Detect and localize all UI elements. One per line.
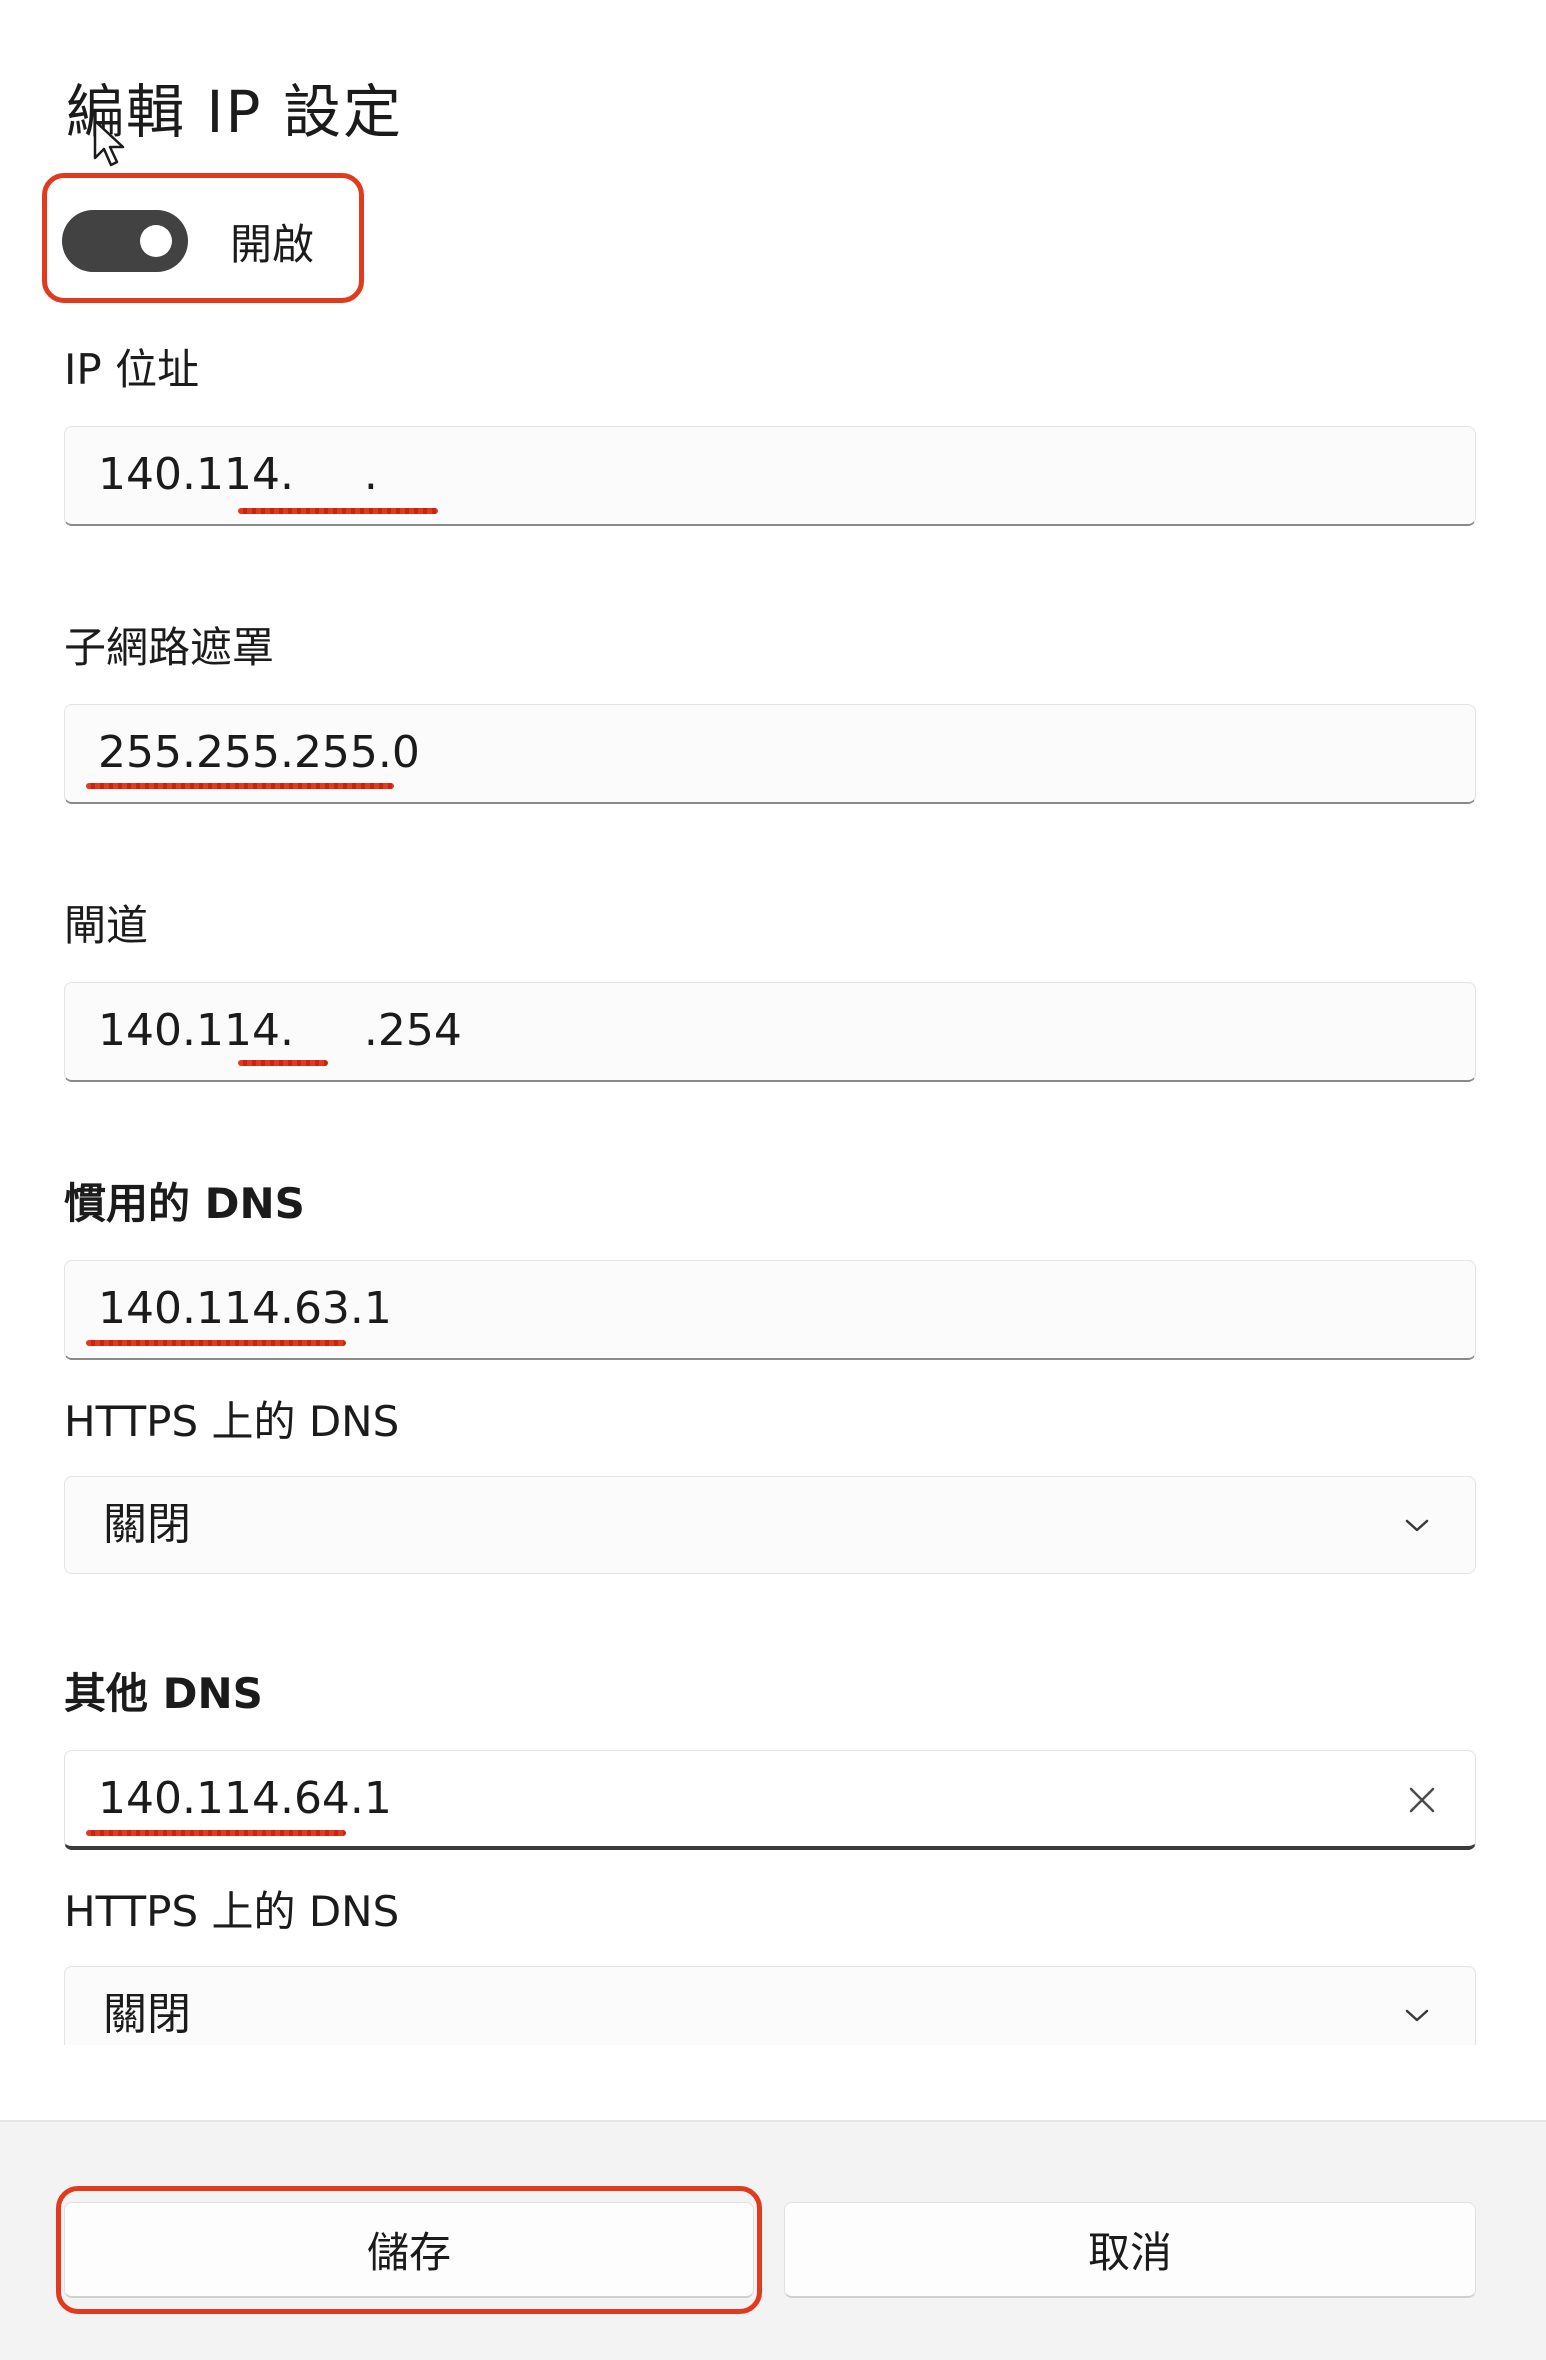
ip-address-underline-annotation <box>238 508 438 514</box>
preferred-dns-https-select[interactable]: 關閉 <box>64 1476 1476 1574</box>
alternate-dns-underline-annotation <box>86 1830 346 1836</box>
mouse-pointer-icon <box>93 119 125 167</box>
cancel-button[interactable]: 取消 <box>784 2202 1476 2298</box>
alternate-dns-https-select[interactable]: 關閉 <box>64 1966 1476 2045</box>
subnet-mask-label: 子網路遮罩 <box>64 623 275 672</box>
gateway-value: 140.114. .254 <box>98 1005 462 1056</box>
gateway-label: 閘道 <box>64 901 149 950</box>
alternate-dns-label: 其他 DNS <box>64 1669 263 1718</box>
alternate-dns-https-value: 關閉 <box>103 1989 191 2040</box>
preferred-dns-https-value: 關閉 <box>103 1499 191 1550</box>
ip-address-value: 140.114. . <box>98 449 378 500</box>
close-icon[interactable] <box>1405 1783 1439 1817</box>
edit-ip-settings-dialog: 編輯 IP 設定 開啟 IP 位址 140.114. . 子網路遮罩 255.2… <box>0 0 1546 2360</box>
subnet-mask-value: 255.255.255.0 <box>98 727 420 778</box>
preferred-dns-underline-annotation <box>86 1340 346 1346</box>
save-highlight-annotation <box>56 2186 762 2314</box>
gateway-input[interactable]: 140.114. .254 <box>64 982 1476 1082</box>
chevron-down-icon <box>1405 1519 1429 1532</box>
subnet-mask-underline-annotation <box>86 783 394 789</box>
chevron-down-icon <box>1405 2009 1429 2022</box>
preferred-dns-label: 慣用的 DNS <box>64 1179 305 1228</box>
preferred-dns-https-label: HTTPS 上的 DNS <box>64 1397 400 1446</box>
ip-address-label: IP 位址 <box>64 345 200 394</box>
dialog-content[interactable]: 編輯 IP 設定 開啟 IP 位址 140.114. . 子網路遮罩 255.2… <box>0 0 1546 2045</box>
alternate-dns-https-label: HTTPS 上的 DNS <box>64 1887 400 1936</box>
gateway-underline-annotation <box>238 1060 328 1066</box>
alternate-dns-value: 140.114.64.1 <box>98 1773 392 1824</box>
subnet-mask-input[interactable]: 255.255.255.0 <box>64 704 1476 804</box>
preferred-dns-value: 140.114.63.1 <box>98 1283 392 1334</box>
toggle-highlight-annotation <box>42 173 364 303</box>
